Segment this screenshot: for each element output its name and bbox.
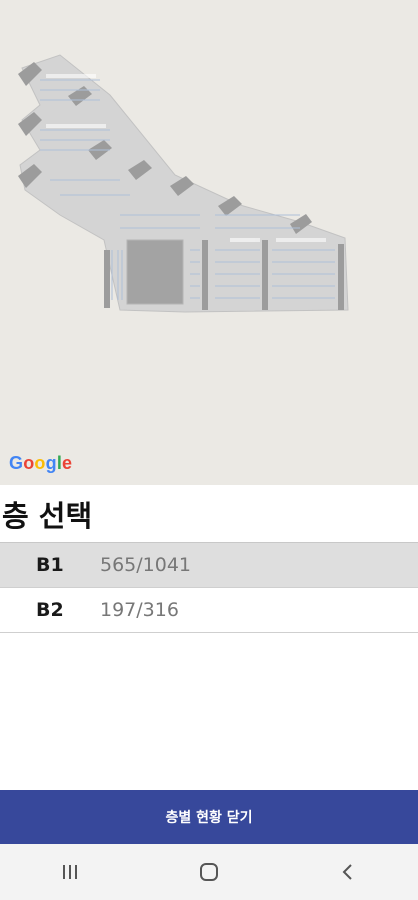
home-button[interactable] [179, 852, 239, 892]
back-icon [342, 864, 353, 880]
map-view[interactable]: Google [0, 0, 418, 485]
recent-apps-icon [62, 865, 77, 879]
recent-apps-button[interactable] [40, 852, 100, 892]
floor-occupancy: 197/316 [100, 599, 179, 621]
system-nav-bar [0, 844, 418, 900]
close-floor-status-button[interactable]: 층별 현황 닫기 [0, 790, 418, 844]
floor-row-b1[interactable]: B1 565/1041 [0, 542, 418, 588]
google-logo: Google [9, 453, 73, 473]
floor-list: B1 565/1041 B2 197/316 [0, 542, 418, 633]
floor-name: B1 [36, 554, 64, 576]
floor-row-b2[interactable]: B2 197/316 [0, 588, 418, 633]
indoor-floor-plan [18, 54, 349, 313]
back-button[interactable] [318, 852, 378, 892]
floor-name: B2 [36, 599, 64, 621]
floor-occupancy: 565/1041 [100, 554, 192, 576]
home-icon [199, 863, 218, 881]
floor-select-title: 층 선택 [2, 499, 93, 533]
